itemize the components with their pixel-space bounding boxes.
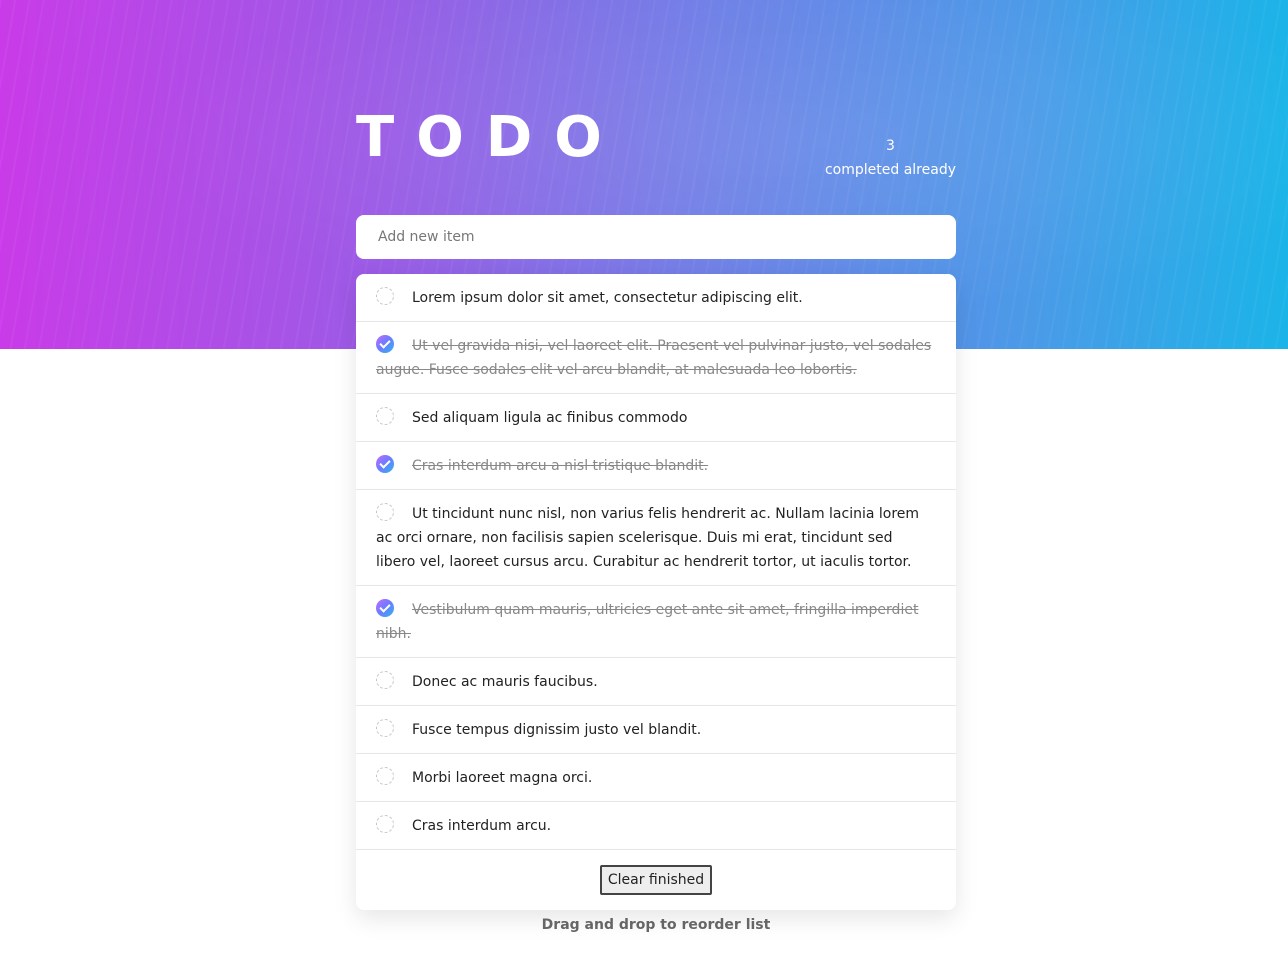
todo-item-text: Cras interdum arcu. [412,818,552,834]
todo-item[interactable]: Donec ac mauris faucibus. [356,658,956,706]
clear-finished-button[interactable]: Clear finished [599,865,713,895]
todo-item[interactable]: Cras interdum arcu a nisl tristique blan… [356,442,956,490]
reorder-hint: Drag and drop to reorder list [541,917,771,933]
unchecked-circle-icon[interactable] [376,719,394,737]
todo-item[interactable]: Ut tincidunt nunc nisl, non varius felis… [356,490,956,586]
unchecked-circle-icon[interactable] [376,815,394,833]
todo-item[interactable]: Lorem ipsum dolor sit amet, consectetur … [356,274,956,322]
todo-item-text: Donec ac mauris faucibus. [412,674,598,690]
add-item-box [356,215,956,259]
completed-label: completed already [824,162,956,178]
todo-item-text: Vestibulum quam mauris, ultricies eget a… [376,602,919,642]
todo-item[interactable]: Vestibulum quam mauris, ultricies eget a… [356,586,956,658]
todo-items: Lorem ipsum dolor sit amet, consectetur … [356,274,956,850]
checked-circle-icon[interactable] [376,335,394,353]
todo-item[interactable]: Ut vel gravida nisi, vel laoreet elit. P… [356,322,956,394]
todo-list: Lorem ipsum dolor sit amet, consectetur … [356,274,956,910]
checked-circle-icon[interactable] [376,599,394,617]
unchecked-circle-icon[interactable] [376,503,394,521]
unchecked-circle-icon[interactable] [376,287,394,305]
todo-item-text: Lorem ipsum dolor sit amet, consectetur … [412,290,803,306]
todo-item-text: Fusce tempus dignissim justo vel blandit… [412,722,702,738]
checked-circle-icon[interactable] [376,455,394,473]
todo-item-text: Cras interdum arcu a nisl tristique blan… [412,458,709,474]
todo-item[interactable]: Sed aliquam ligula ac finibus commodo [356,394,956,442]
page-title: TODO [356,105,624,170]
todo-item[interactable]: Cras interdum arcu. [356,802,956,850]
list-footer: Clear finished [356,850,956,910]
unchecked-circle-icon[interactable] [376,767,394,785]
todo-item[interactable]: Morbi laoreet magna orci. [356,754,956,802]
completed-counter: 3 completed already [825,134,956,182]
todo-item-text: Morbi laoreet magna orci. [412,770,593,786]
completed-count: 3 [886,138,895,154]
add-item-input[interactable] [376,228,936,246]
unchecked-circle-icon[interactable] [376,407,394,425]
todo-item[interactable]: Fusce tempus dignissim justo vel blandit… [356,706,956,754]
todo-item-text: Ut vel gravida nisi, vel laoreet elit. P… [376,338,932,378]
todo-item-text: Sed aliquam ligula ac finibus commodo [412,410,688,426]
todo-item-text: Ut tincidunt nunc nisl, non varius felis… [376,506,920,570]
unchecked-circle-icon[interactable] [376,671,394,689]
